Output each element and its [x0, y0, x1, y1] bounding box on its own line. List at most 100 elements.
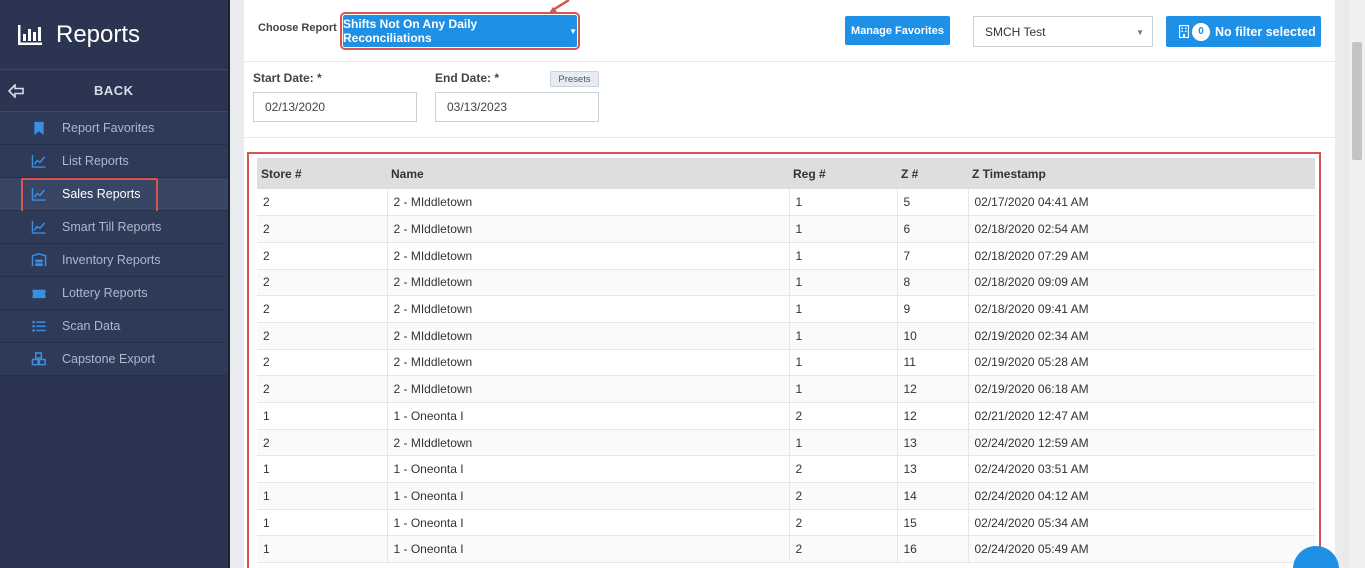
bar-chart-icon: [18, 24, 42, 45]
table-cell: 1: [789, 189, 898, 217]
chart-line-icon: [31, 220, 46, 234]
sidebar-item-label: Sales Reports: [62, 187, 141, 201]
sidebar-menu: Report Favorites List Reports Sales Report…: [0, 112, 228, 376]
sidebar-item-sales-reports[interactable]: Sales Reports: [0, 178, 228, 213]
caret-down-icon: ▼: [1136, 28, 1144, 37]
table-cell: 12: [897, 402, 969, 430]
table-cell: 8: [897, 269, 969, 297]
table-cell: 2: [789, 509, 898, 537]
table-cell: 2: [789, 482, 898, 510]
table-row[interactable]: 22 - MIddletown 1 10 02/19/2020 02:34 AM: [257, 322, 1315, 350]
table-row[interactable]: 11 - Oneonta I 2 14 02/24/2020 04:12 AM: [257, 482, 1315, 510]
back-button[interactable]: BACK: [0, 70, 228, 112]
table-cell: 13: [897, 455, 969, 484]
table-cell: 2: [257, 429, 388, 457]
table-row[interactable]: 11 - Oneonta I 2 15 02/24/2020 05:34 AM: [257, 509, 1315, 537]
start-date-input[interactable]: 02/13/2020: [253, 92, 417, 122]
sidebar-item-label: Scan Data: [62, 319, 121, 333]
sidebar-title: Reports: [56, 20, 141, 48]
sidebar-item-lottery-reports[interactable]: Lottery Reports: [0, 277, 228, 310]
column-header[interactable]: Reg #: [789, 158, 897, 189]
table-row[interactable]: 22 - MIddletown 1 13 02/24/2020 12:59 AM: [257, 429, 1315, 457]
table-cell: 2 - MIddletown: [387, 349, 790, 377]
report-select-button[interactable]: Shifts Not On Any Daily Reconciliations …: [340, 12, 580, 50]
table-row[interactable]: 22 - MIddletown 1 8 02/18/2020 09:09 AM: [257, 269, 1315, 297]
table-row[interactable]: 11 - Oneonta I 2 16 02/24/2020 05:49 AM: [257, 535, 1315, 564]
table-cell: 02/18/2020 02:54 AM: [968, 215, 1315, 243]
page-scrollbar[interactable]: [1349, 0, 1365, 568]
end-date-input[interactable]: 03/13/2023: [435, 92, 599, 122]
sidebar-item-label: Capstone Export: [62, 352, 156, 366]
table-cell: 15: [897, 509, 969, 537]
table-row[interactable]: 11 - Oneonta I 2 13 02/24/2020 03:51 AM: [257, 455, 1315, 484]
table-cell: 5: [897, 189, 969, 217]
table-cell: 1: [789, 269, 898, 297]
sidebar-header: Reports: [0, 0, 228, 70]
table-cell: 1: [789, 429, 898, 457]
table-cell: 6: [897, 215, 969, 243]
annotation-arrow-icon: [549, 0, 570, 13]
table-row[interactable]: 11 - Oneonta I 2 12 02/21/2020 12:47 AM: [257, 402, 1315, 430]
table-cell: 1 - Oneonta I: [387, 482, 790, 510]
table-cell: 9: [897, 295, 969, 323]
table-cell: 2 - MIddletown: [387, 189, 790, 217]
table-cell: 02/19/2020 02:34 AM: [968, 322, 1315, 350]
table-cell: 02/24/2020 05:34 AM: [968, 509, 1315, 537]
main-panel: Choose Report Shifts Not On Any Daily Re…: [244, 0, 1335, 568]
table-cell: 2: [257, 375, 388, 403]
table-cell: 2 - MIddletown: [387, 322, 790, 350]
table-cell: 14: [897, 482, 969, 510]
table-cell: 2: [789, 455, 898, 484]
sidebar: Reports BACK Report Favorites List Report…: [0, 0, 230, 568]
column-header[interactable]: Z #: [897, 158, 968, 189]
sidebar-item-list-reports[interactable]: List Reports: [0, 145, 228, 178]
table-cell: 1: [257, 402, 388, 430]
store-select-value: SMCH Test: [985, 24, 1046, 39]
warehouse-icon: [31, 253, 47, 267]
table-cell: 1: [257, 509, 388, 537]
sidebar-item-scan-data[interactable]: Scan Data: [0, 310, 228, 343]
sidebar-item-report-favorites[interactable]: Report Favorites: [0, 112, 228, 145]
list-icon: [32, 320, 46, 332]
table-cell: 10: [897, 322, 969, 350]
table-cell: 2: [789, 535, 898, 564]
table-cell: 2 - MIddletown: [387, 269, 790, 297]
back-label: BACK: [94, 83, 134, 98]
table-cell: 12: [897, 375, 969, 403]
table-cell: 02/24/2020 03:51 AM: [968, 455, 1315, 484]
table-header-row: Store # Name Reg # Z # Z Timestamp: [257, 158, 1315, 189]
manage-favorites-button[interactable]: Manage Favorites: [845, 16, 950, 45]
bookmark-icon: [34, 121, 44, 135]
filter-button[interactable]: 0 No filter selected: [1166, 16, 1321, 47]
table-cell: 1: [789, 295, 898, 323]
table-cell: 11: [897, 349, 969, 377]
presets-button[interactable]: Presets: [550, 71, 599, 87]
sidebar-item-capstone-export[interactable]: Capstone Export: [0, 343, 228, 376]
column-header[interactable]: Store #: [257, 158, 387, 189]
table-row[interactable]: 22 - MIddletown 1 6 02/18/2020 02:54 AM: [257, 215, 1315, 243]
table-cell: 2: [257, 189, 388, 217]
column-header[interactable]: Name: [387, 158, 789, 189]
table-row[interactable]: 22 - MIddletown 1 12 02/19/2020 06:18 AM: [257, 375, 1315, 403]
table-row[interactable]: 22 - MIddletown 1 7 02/18/2020 07:29 AM: [257, 242, 1315, 270]
sidebar-item-smart-till-reports[interactable]: Smart Till Reports: [0, 211, 228, 244]
table-cell: 2: [257, 295, 388, 323]
sidebar-item-label: Lottery Reports: [62, 286, 148, 300]
divider: [244, 137, 1335, 138]
caret-down-icon: ▼: [569, 26, 577, 36]
results-table-container: Store # Name Reg # Z # Z Timestamp 22 - MIdd…: [247, 152, 1321, 568]
table-row[interactable]: 22 - MIddletown 1 5 02/17/2020 04:41 AM: [257, 189, 1315, 217]
table-cell: 2: [257, 269, 388, 297]
table-row[interactable]: 22 - MIddletown 1 9 02/18/2020 09:41 AM: [257, 295, 1315, 323]
store-select[interactable]: SMCH Test ▼: [973, 16, 1153, 47]
table-cell: 1: [789, 349, 898, 377]
sidebar-item-inventory-reports[interactable]: Inventory Reports: [0, 244, 228, 277]
table-cell: 2: [257, 242, 388, 270]
column-header[interactable]: Z Timestamp: [968, 158, 1315, 189]
table-row[interactable]: 22 - MIddletown 1 11 02/19/2020 05:28 AM: [257, 349, 1315, 377]
scrollbar-thumb[interactable]: [1352, 42, 1362, 160]
filter-count-badge: 0: [1192, 22, 1210, 41]
table-cell: 2: [789, 402, 898, 430]
table-cell: 2: [257, 349, 388, 377]
table-cell: 02/24/2020 12:59 AM: [968, 429, 1315, 457]
